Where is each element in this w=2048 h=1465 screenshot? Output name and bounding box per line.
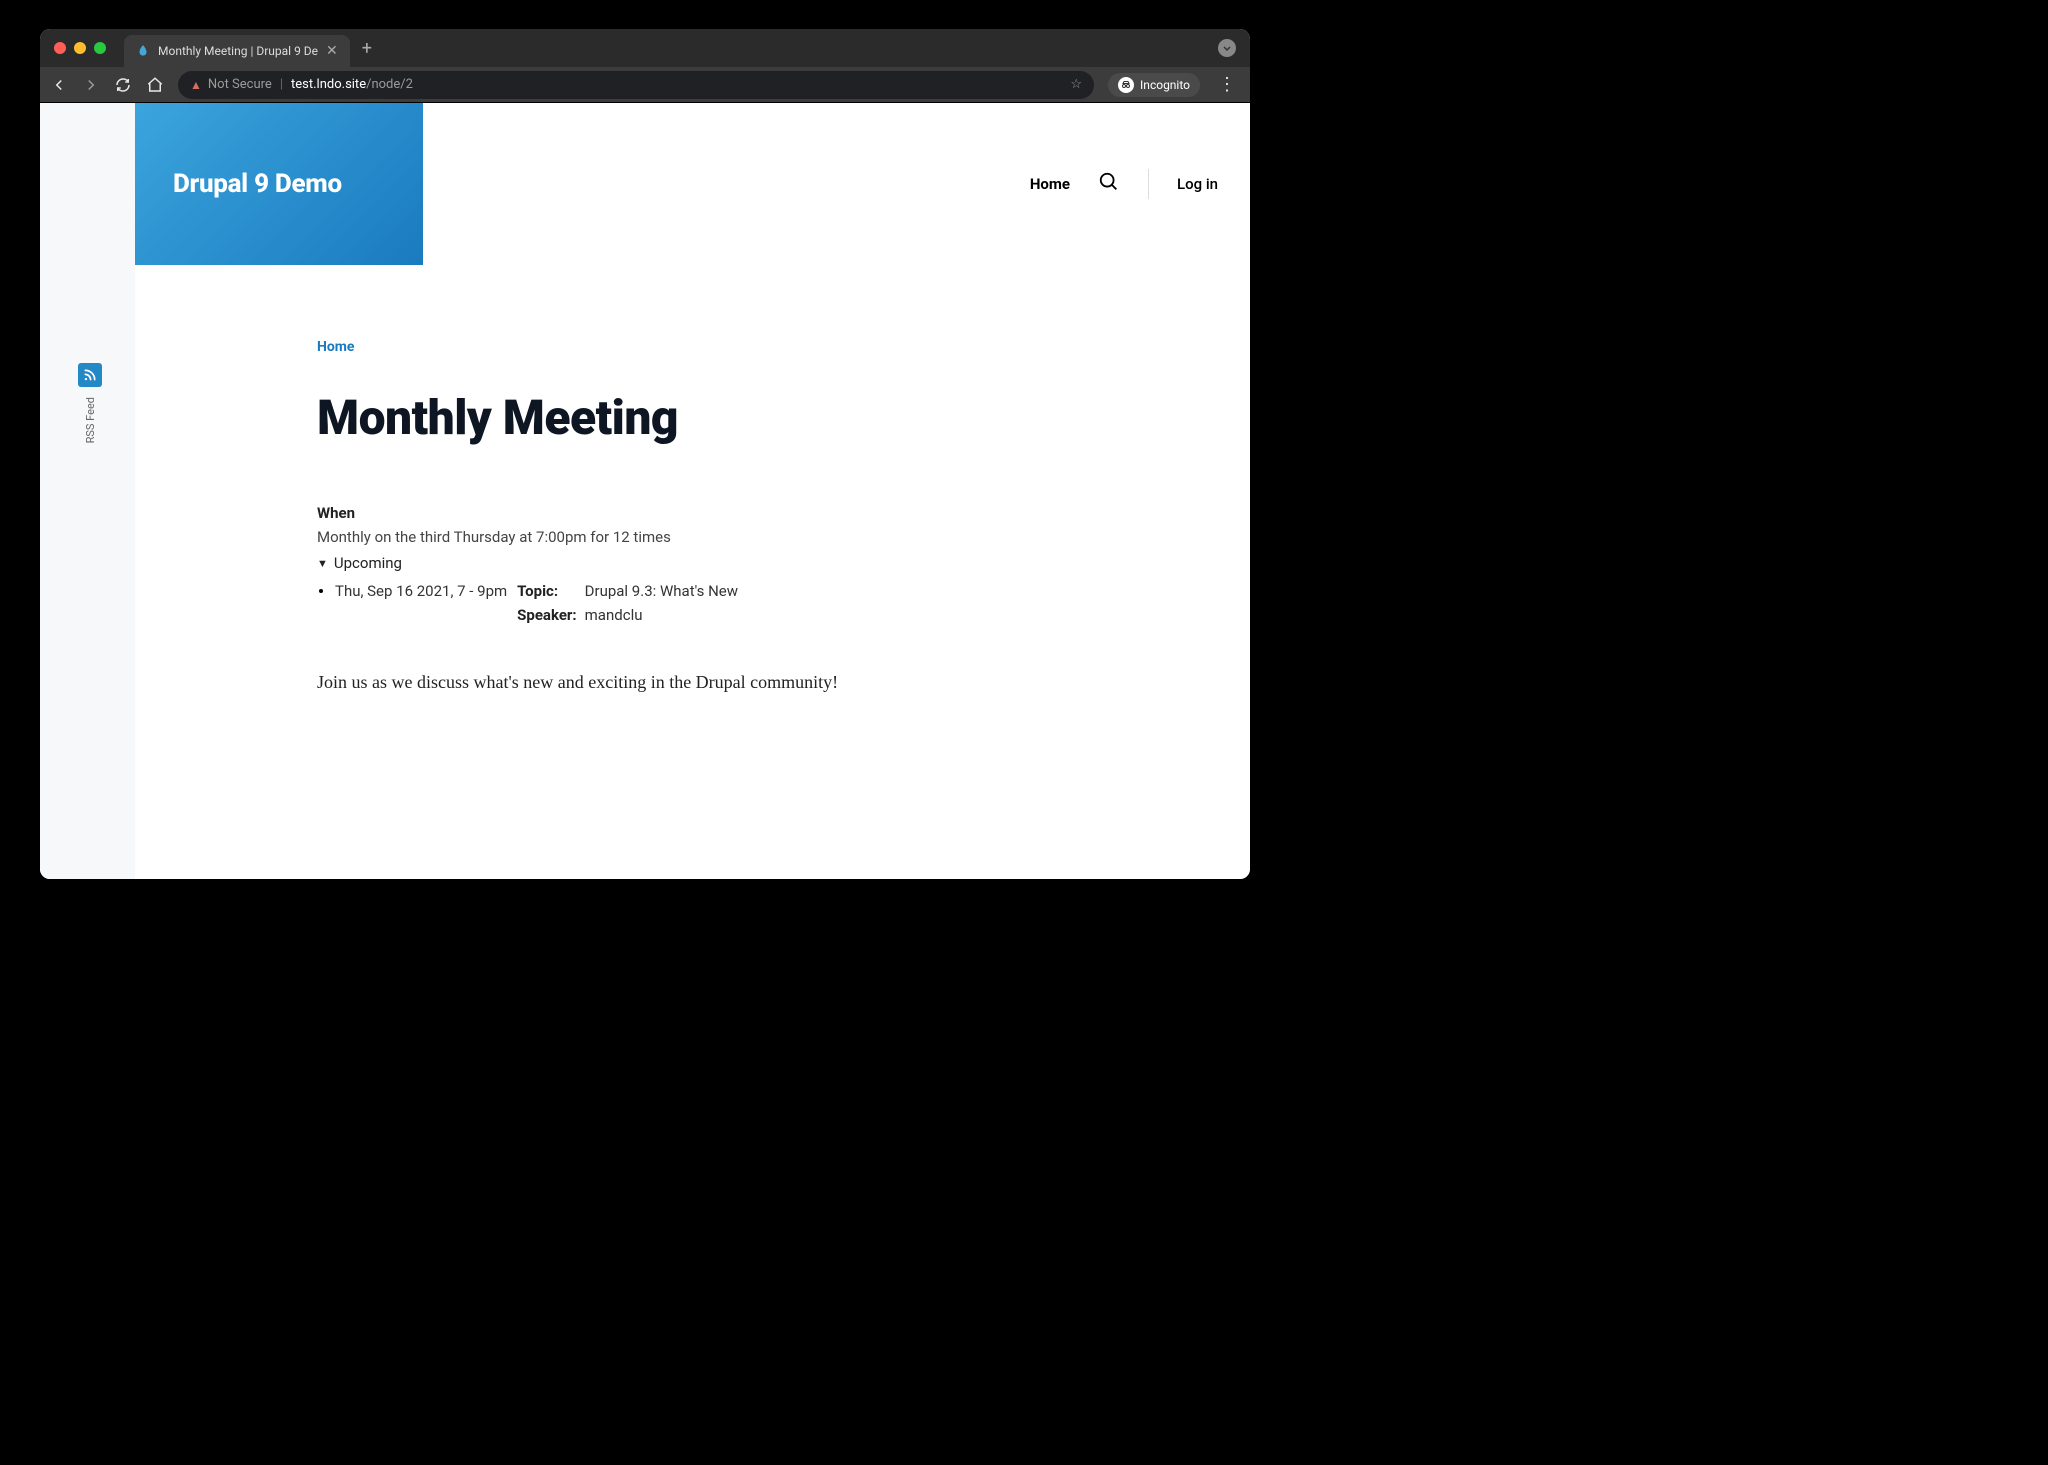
event-date: Thu, Sep 16 2021, 7 - 9pm: [335, 582, 507, 600]
incognito-badge[interactable]: Incognito: [1108, 73, 1200, 97]
traffic-lights: [54, 42, 106, 54]
breadcrumb-home[interactable]: Home: [317, 339, 1190, 355]
search-icon[interactable]: [1098, 171, 1120, 197]
rss-label: RSS Feed: [84, 397, 97, 443]
new-tab-button[interactable]: +: [362, 38, 372, 59]
browser-menu-button[interactable]: ⋮: [1214, 74, 1240, 95]
url-host: test.lndo.site: [291, 77, 366, 92]
speaker-value: mandclu: [585, 606, 738, 624]
security-indicator[interactable]: ▲ Not Secure: [190, 77, 272, 92]
home-button[interactable]: [146, 76, 164, 94]
browser-tab[interactable]: Monthly Meeting | Drupal 9 De ✕: [124, 35, 350, 67]
disclosure-triangle-icon: ▼: [317, 557, 328, 570]
left-rail: RSS Feed: [40, 103, 135, 879]
event-meta: Topic: Drupal 9.3: What's New Speaker: m…: [517, 582, 738, 624]
top-nav: Home Log in: [1030, 103, 1250, 265]
topic-value: Drupal 9.3: What's New: [585, 582, 738, 600]
close-tab-icon[interactable]: ✕: [326, 43, 338, 59]
incognito-icon: [1118, 77, 1134, 93]
address-separator: |: [280, 77, 283, 92]
upcoming-toggle[interactable]: ▼ Upcoming: [317, 554, 1190, 572]
titlebar-right: [1218, 39, 1236, 57]
forward-button[interactable]: [82, 76, 100, 94]
incognito-label: Incognito: [1140, 78, 1190, 92]
upcoming-label: Upcoming: [334, 554, 402, 572]
titlebar: Monthly Meeting | Drupal 9 De ✕ +: [40, 29, 1250, 67]
page-title: Monthly Meeting: [317, 389, 1190, 446]
url-text: test.lndo.site/node/2: [291, 77, 413, 92]
site-header: Drupal 9 Demo: [135, 103, 423, 265]
nav-divider: [1148, 169, 1149, 199]
body-text: Join us as we discuss what's new and exc…: [317, 672, 1190, 693]
warning-icon: ▲: [190, 78, 202, 92]
minimize-window-button[interactable]: [74, 42, 86, 54]
when-label: When: [317, 504, 1190, 522]
back-button[interactable]: [50, 76, 68, 94]
nav-login[interactable]: Log in: [1177, 175, 1218, 193]
rss-feed-link[interactable]: RSS Feed: [78, 363, 102, 443]
page: RSS Feed Drupal 9 Demo Home Log in Home …: [40, 103, 1250, 879]
site-name[interactable]: Drupal 9 Demo: [173, 169, 342, 199]
drupal-favicon-icon: [136, 44, 150, 58]
url-path: /node/2: [366, 77, 413, 92]
when-text: Monthly on the third Thursday at 7:00pm …: [317, 528, 1190, 546]
browser-window: Monthly Meeting | Drupal 9 De ✕ + ▲ Not …: [40, 29, 1250, 879]
reload-button[interactable]: [114, 76, 132, 94]
nav-home[interactable]: Home: [1030, 175, 1070, 193]
toolbar: ▲ Not Secure | test.lndo.site/node/2 ☆ I…: [40, 67, 1250, 103]
main-area: Drupal 9 Demo Home Log in Home Monthly M…: [135, 103, 1250, 879]
when-section: When Monthly on the third Thursday at 7:…: [317, 504, 1190, 624]
event-item: Thu, Sep 16 2021, 7 - 9pm Topic: Drupal …: [317, 582, 1190, 624]
tab-title: Monthly Meeting | Drupal 9 De: [158, 44, 318, 58]
bullet-icon: [319, 589, 323, 593]
tab-overview-icon[interactable]: [1218, 39, 1236, 57]
rss-icon: [78, 363, 102, 387]
speaker-label: Speaker:: [517, 606, 577, 624]
address-bar[interactable]: ▲ Not Secure | test.lndo.site/node/2 ☆: [178, 71, 1094, 99]
topic-label: Topic:: [517, 582, 577, 600]
close-window-button[interactable]: [54, 42, 66, 54]
bookmark-star-icon[interactable]: ☆: [1070, 77, 1082, 92]
not-secure-label: Not Secure: [208, 77, 272, 92]
content: Home Monthly Meeting When Monthly on the…: [317, 339, 1190, 693]
maximize-window-button[interactable]: [94, 42, 106, 54]
